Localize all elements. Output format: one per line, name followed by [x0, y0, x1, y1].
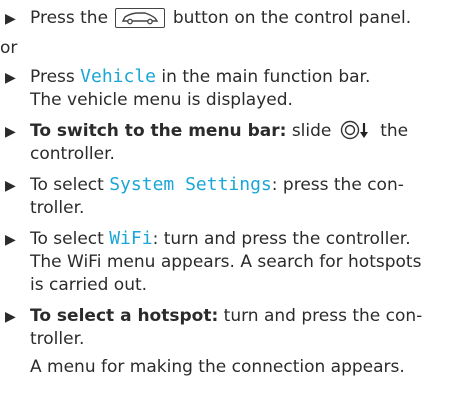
step-2-text-before: Press: [30, 67, 75, 87]
bullet-icon: ▶: [5, 11, 16, 27]
step-6-line-2: troller.: [30, 329, 85, 349]
step-5-line-2: The WiFi menu appears. A search for hots…: [30, 252, 422, 272]
step-1-text-after: button on the control panel.: [172, 8, 412, 28]
controller-slide-down-icon: [339, 120, 373, 146]
vehicle-menu-label: Vehicle: [80, 66, 157, 87]
step-5-text-before: To select: [30, 229, 104, 249]
step-6-line-3: A menu for making the connection appears…: [30, 357, 405, 377]
step-3-line-2: controller.: [30, 144, 115, 164]
bullet-icon: ▶: [5, 178, 16, 194]
step-1-text-before: Press the: [30, 8, 109, 28]
step-6-heading: To select a hotspot:: [30, 306, 219, 326]
bullet-icon: ▶: [5, 232, 16, 248]
bullet-icon: ▶: [5, 309, 16, 325]
step-3-text-before: slide: [291, 121, 332, 141]
car-icon: [115, 8, 166, 28]
step-6-text-after: turn and press the con-: [223, 306, 423, 326]
system-settings-menu-label: System Settings: [109, 174, 272, 195]
bullet-icon: ▶: [5, 124, 16, 140]
step-3-heading: To switch to the menu bar:: [30, 121, 287, 141]
step-4-text-before: To select: [30, 175, 104, 195]
step-5-line-3: is carried out.: [30, 275, 148, 295]
or-separator: or: [0, 38, 18, 58]
step-2-line-2: The vehicle menu is displayed.: [30, 90, 293, 110]
step-3-text-after: the: [380, 121, 409, 141]
instruction-page: ▶ Press the button on the control panel.…: [0, 0, 464, 394]
bullet-icon: ▶: [5, 70, 16, 86]
step-5-text-after: : turn and press the controller.: [152, 229, 411, 249]
step-2-text-after: in the main function bar.: [161, 67, 371, 87]
wifi-menu-label: WiFi: [109, 228, 153, 249]
step-4-text-after: : press the con-: [271, 175, 404, 195]
step-4-line-2: troller.: [30, 198, 85, 218]
